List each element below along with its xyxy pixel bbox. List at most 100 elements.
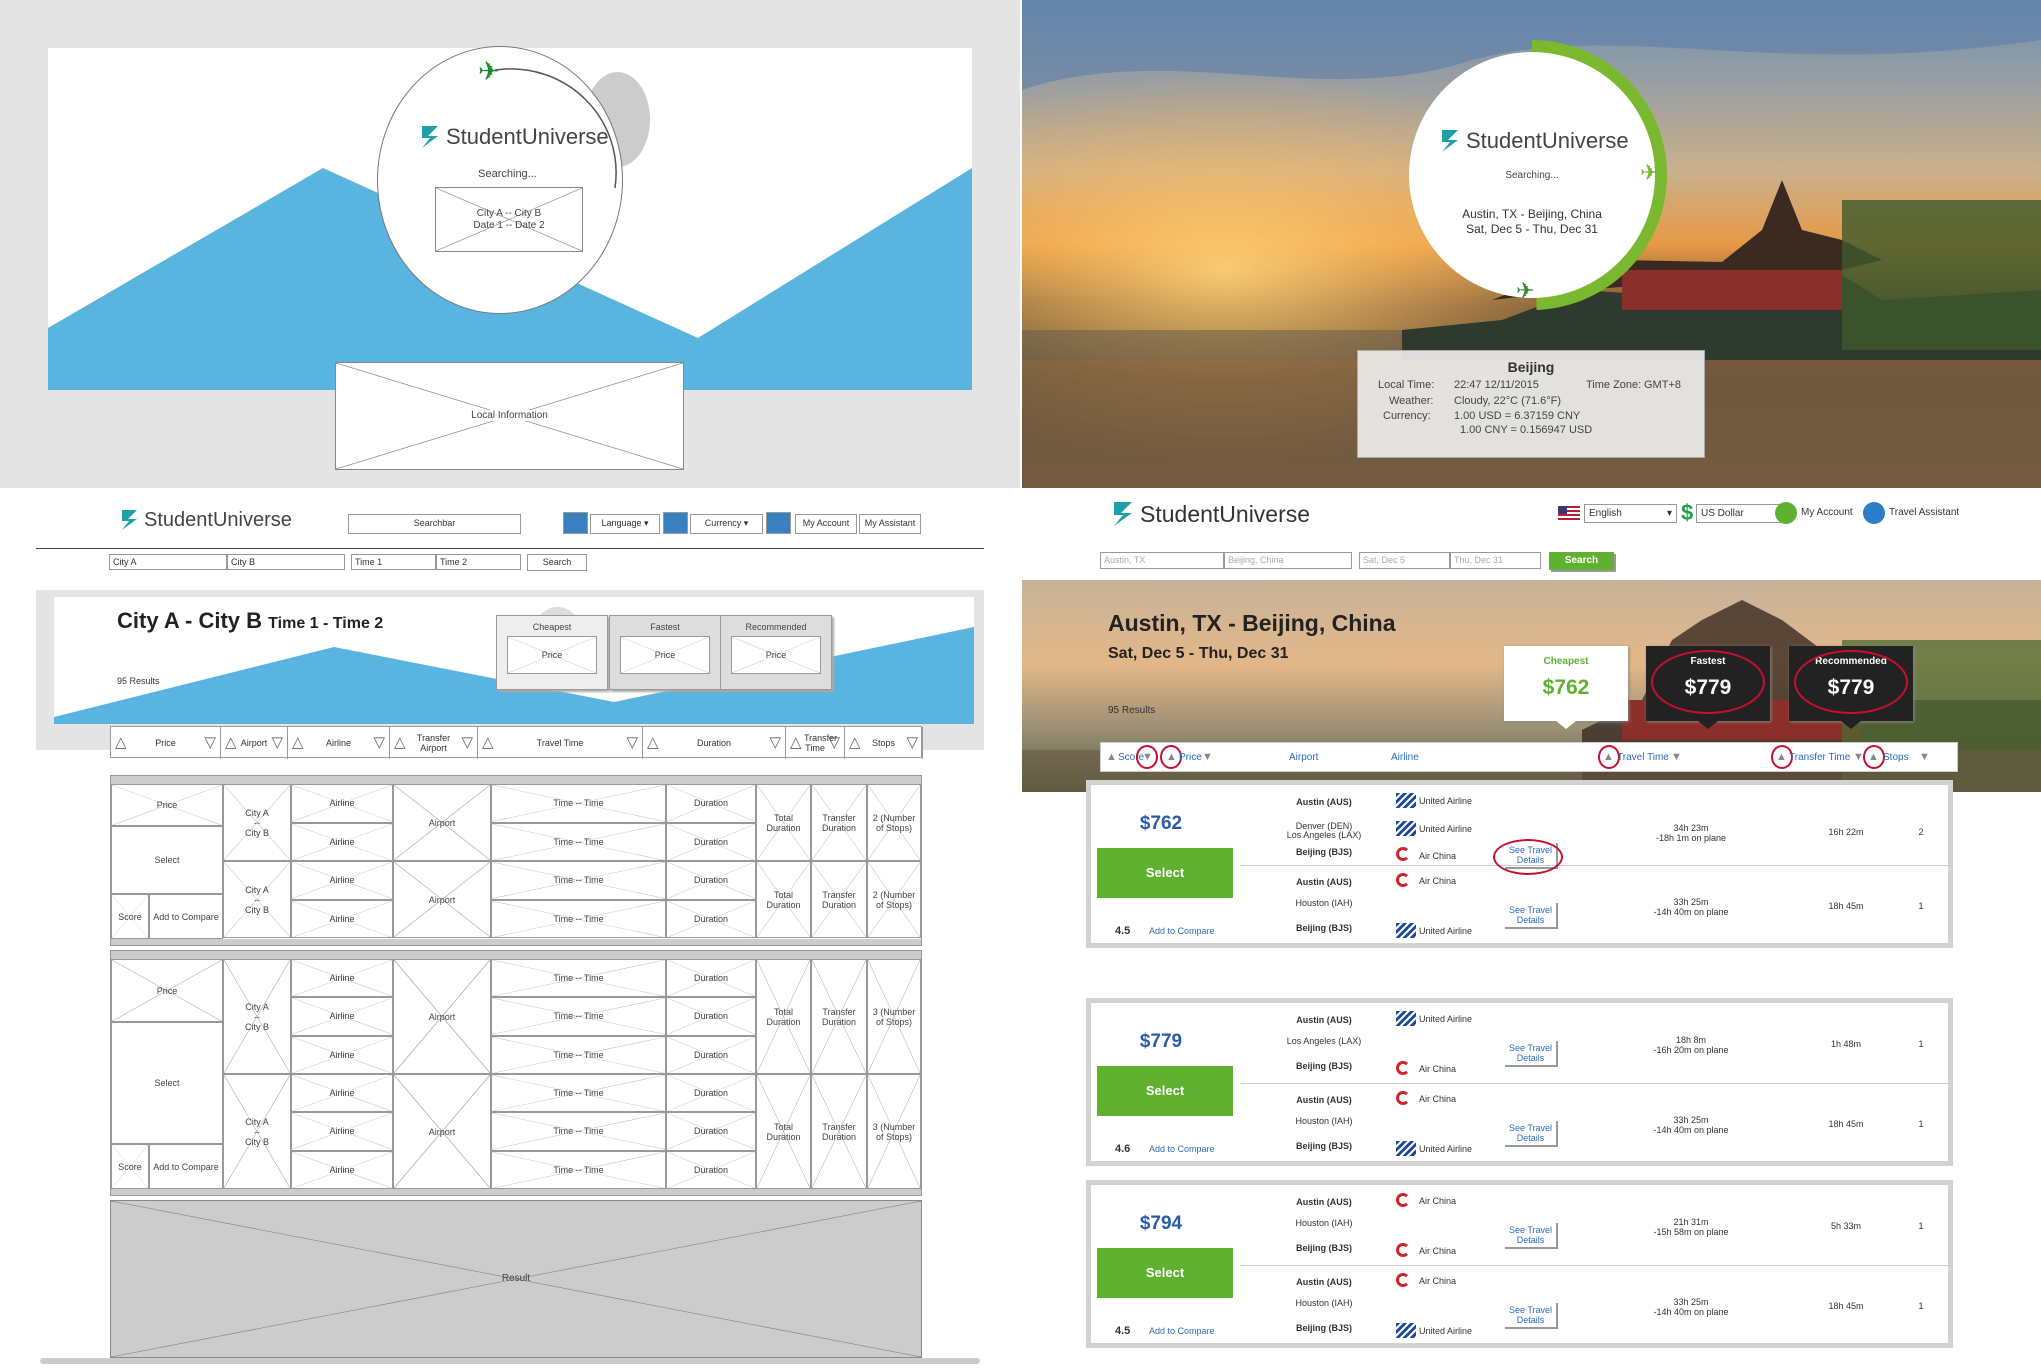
transfer-time: 18h 45m [1828, 901, 1864, 911]
depart-input[interactable]: Sat, Dec 5 [1359, 552, 1450, 569]
sort-transfer-time[interactable]: Transfer Time [1789, 752, 1850, 763]
deal-card[interactable]: Fastest $779 [1646, 646, 1770, 729]
cell-text: Transfer Duration [821, 1006, 857, 1027]
airport-cell-label: Airport [394, 1012, 490, 1022]
city-a-input[interactable]: City A [109, 554, 227, 570]
see-travel-details-link[interactable]: See Travel Details [1505, 1303, 1559, 1329]
sort-down-icon[interactable]: ▽ [906, 733, 918, 751]
searchbar[interactable]: Searchbar [348, 514, 521, 534]
sort-up-icon[interactable]: △ [115, 733, 127, 751]
deal-card[interactable]: Recommended Price [720, 615, 832, 690]
transfer-time: 1h 48m [1830, 1039, 1862, 1049]
cities-cell-label: City A -- City B [224, 808, 290, 838]
sort-up-icon[interactable]: △ [225, 733, 237, 751]
add-to-compare-button[interactable]: Add to Compare [149, 894, 223, 939]
sort-up-icon[interactable]: △ [394, 733, 406, 751]
language-select[interactable]: Language ▾ [590, 514, 660, 534]
city-b-input[interactable]: City B [227, 554, 345, 570]
score-up-icon[interactable]: ▲ [1106, 751, 1117, 763]
sort-up-icon[interactable]: △ [790, 733, 802, 751]
travel-time: 21h 31m [1673, 1217, 1709, 1227]
air-china-logo-icon [1396, 873, 1410, 887]
search-button[interactable]: Search [1549, 552, 1614, 570]
total-duration-cell: Total Duration [756, 959, 811, 1074]
sort-column-header[interactable]: △ ▽ Transfer Time [786, 727, 845, 759]
cell-text: Duration [693, 913, 729, 924]
horizontal-scrollbar[interactable] [40, 1358, 980, 1364]
sort-down-icon[interactable]: ▽ [769, 733, 781, 751]
transfer-duration-cell: Transfer Duration [811, 959, 867, 1074]
deal-card[interactable]: Recommended $779 [1789, 646, 1913, 729]
result-group: $779 Select 4.6 Add to Compare Austin (A… [1086, 998, 1953, 1166]
add-to-compare-link[interactable]: Add to Compare [1149, 926, 1215, 936]
annotation-circle [1863, 745, 1885, 769]
travel-assistant-link[interactable]: Travel Assistant [1889, 507, 1959, 518]
sort-up-icon[interactable]: △ [647, 733, 659, 751]
select-button[interactable]: Select [111, 826, 223, 894]
see-travel-details-link[interactable]: See Travel Details [1505, 1041, 1559, 1067]
sort-down-icon[interactable]: ▽ [271, 733, 283, 751]
deal-card[interactable]: Cheapest $762 [1504, 646, 1628, 729]
time-2-input[interactable]: Time 2 [436, 554, 521, 570]
price-down-icon[interactable]: ▼ [1202, 751, 1213, 763]
airline-cell-label: Airline [292, 1165, 392, 1175]
city-name: Beijing [1507, 359, 1555, 375]
searching-text: Searching... [1505, 170, 1559, 181]
duration-cell: Duration [666, 997, 756, 1036]
return-input[interactable]: Thu, Dec 31 [1450, 552, 1541, 569]
from-input[interactable]: Austin, TX [1100, 552, 1224, 569]
sort-airport[interactable]: Airport [1289, 752, 1318, 763]
dates-line: Date 1 -- Date 2 [473, 219, 545, 231]
currency-select[interactable]: Currency ▾ [690, 514, 763, 534]
cell-text: Airport [428, 894, 456, 905]
sort-column-header[interactable]: △ ▽ Duration [643, 727, 786, 759]
language-select[interactable]: English ▾ [1584, 504, 1677, 523]
see-travel-details-link[interactable]: See Travel Details [1505, 1223, 1559, 1249]
to-input[interactable]: Beijing, China [1224, 552, 1352, 569]
sort-price[interactable]: Price [1179, 752, 1202, 763]
see-details-line-2: Details [1516, 1235, 1545, 1245]
stops-down-icon[interactable]: ▼ [1919, 751, 1930, 763]
sort-travel-time[interactable]: Travel Time [1617, 752, 1669, 763]
sort-column-header[interactable]: △ ▽ Price [111, 727, 221, 759]
see-travel-details-link[interactable]: See Travel Details [1505, 903, 1559, 929]
sort-up-icon[interactable]: △ [292, 733, 304, 751]
see-travel-details-link[interactable]: See Travel Details [1505, 1121, 1559, 1147]
time-1-input[interactable]: Time 1 [351, 554, 436, 570]
add-to-compare-link[interactable]: Add to Compare [1149, 1326, 1215, 1336]
sort-column-header[interactable]: △ ▽ Airport [221, 727, 288, 759]
deal-card[interactable]: Fastest Price [609, 615, 721, 690]
airline-logo [1396, 1273, 1410, 1292]
time-cell-label: Time -- Time [492, 914, 665, 924]
sort-column-header[interactable]: △ ▽ Transfer Airport [390, 727, 478, 759]
sort-down-icon[interactable]: ▽ [204, 733, 216, 751]
sort-column-header[interactable]: △ ▽ Airline [288, 727, 390, 759]
select-button[interactable]: Select [111, 1022, 223, 1144]
select-button[interactable]: Select [1097, 1248, 1233, 1298]
add-to-compare-button[interactable]: Add to Compare [149, 1144, 223, 1189]
transfer-time: 16h 22m [1828, 827, 1864, 837]
sort-down-icon[interactable]: ▽ [373, 733, 385, 751]
duration-cell-label: Duration [667, 1011, 755, 1021]
sort-up-icon[interactable]: △ [849, 733, 861, 751]
sort-stops[interactable]: Stops [1883, 752, 1909, 763]
my-assistant-button[interactable]: My Assistant [859, 514, 921, 534]
deal-card[interactable]: Cheapest Price [496, 615, 608, 690]
destination-airport: Beijing (BJS) [1295, 1323, 1352, 1333]
select-button[interactable]: Select [1097, 1066, 1233, 1116]
sort-down-icon[interactable]: ▽ [626, 733, 638, 751]
sort-column-header[interactable]: △ ▽ Stops [845, 727, 923, 759]
air-china-logo-icon [1396, 1061, 1410, 1075]
select-button[interactable]: Select [1097, 848, 1233, 898]
sort-up-icon[interactable]: △ [482, 733, 494, 751]
time-cell: Time -- Time [491, 1035, 666, 1074]
sort-airline[interactable]: Airline [1391, 752, 1419, 763]
travel-time-down-icon[interactable]: ▼ [1671, 751, 1682, 763]
my-account-button[interactable]: My Account [795, 514, 857, 534]
my-account-link[interactable]: My Account [1801, 507, 1853, 518]
search-button[interactable]: Search [527, 554, 587, 571]
add-to-compare-link[interactable]: Add to Compare [1149, 1144, 1215, 1154]
cell-text: Duration [693, 973, 729, 984]
sort-column-header[interactable]: △ ▽ Travel Time [478, 727, 643, 759]
sort-down-icon[interactable]: ▽ [461, 733, 473, 751]
